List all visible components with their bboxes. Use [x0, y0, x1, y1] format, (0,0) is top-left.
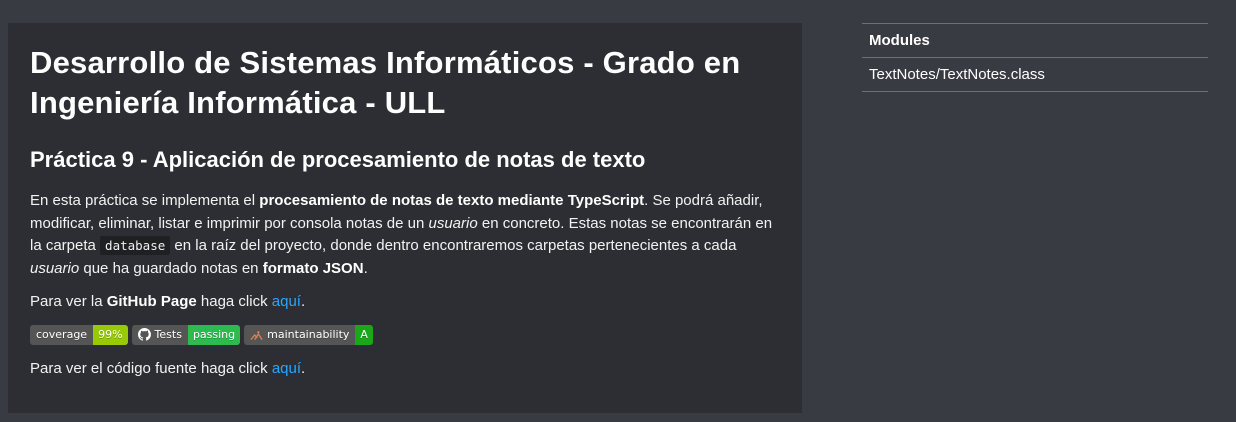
text: . — [301, 359, 306, 377]
sidebar-heading: Modules — [862, 23, 1208, 57]
text: Para ver el código fuente haga click — [30, 359, 272, 377]
text: . — [300, 293, 306, 310]
badge-label: Tests — [154, 328, 182, 341]
github-icon — [137, 328, 151, 341]
source-code-link[interactable]: aquí — [272, 360, 301, 377]
italic-text: usuario — [428, 214, 478, 232]
sidebar-item-textnotes[interactable]: TextNotes/TextNotes.class — [869, 66, 1045, 83]
sidebar: Modules TextNotes/TextNotes.class — [862, 23, 1208, 92]
badge-label: maintainability — [267, 328, 350, 341]
bold-text: GitHub Page — [106, 293, 197, 310]
description-paragraph: En esta práctica se implementa el proces… — [30, 190, 778, 280]
page-title: Desarrollo de Sistemas Informáticos - Gr… — [30, 45, 741, 120]
section-heading: Práctica 9 - Aplicación de procesamiento… — [30, 147, 646, 172]
text: en la raíz del proyecto, donde dentro en… — [170, 237, 737, 254]
badge-value: A — [355, 324, 373, 345]
coverage-badge[interactable]: coverage 99% — [30, 324, 128, 345]
badge-value: passing — [187, 324, 241, 345]
text: Para ver la — [30, 293, 107, 310]
source-code-paragraph: Para ver el código fuente haga click aqu… — [30, 358, 778, 381]
badge-value: 99% — [93, 324, 128, 345]
codeclimate-icon — [250, 329, 263, 341]
bold-text: formato JSON — [262, 259, 364, 277]
badges-row: coverage 99% Tests passing maintainabili… — [30, 324, 778, 346]
text: haga click — [196, 293, 272, 310]
text: En esta práctica se implementa el — [30, 192, 260, 209]
badge-label-group: Tests — [131, 324, 188, 345]
readme-panel: Desarrollo de Sistemas Informáticos - Gr… — [8, 23, 802, 413]
github-page-link[interactable]: aquí — [272, 293, 301, 310]
tests-badge[interactable]: Tests passing — [131, 324, 241, 345]
inline-code: database — [100, 236, 171, 255]
text: que ha guardado notas en — [79, 259, 263, 277]
sidebar-item[interactable]: TextNotes/TextNotes.class — [862, 57, 1208, 92]
italic-text: usuario — [30, 259, 80, 277]
bold-text: procesamiento de notas de texto mediante… — [259, 192, 645, 209]
badge-label: coverage — [30, 324, 94, 345]
text: . — [363, 259, 368, 277]
badge-label-group: maintainability — [244, 324, 356, 345]
github-page-paragraph: Para ver la GitHub Page haga click aquí. — [30, 291, 778, 314]
maintainability-badge[interactable]: maintainability A — [244, 324, 373, 345]
